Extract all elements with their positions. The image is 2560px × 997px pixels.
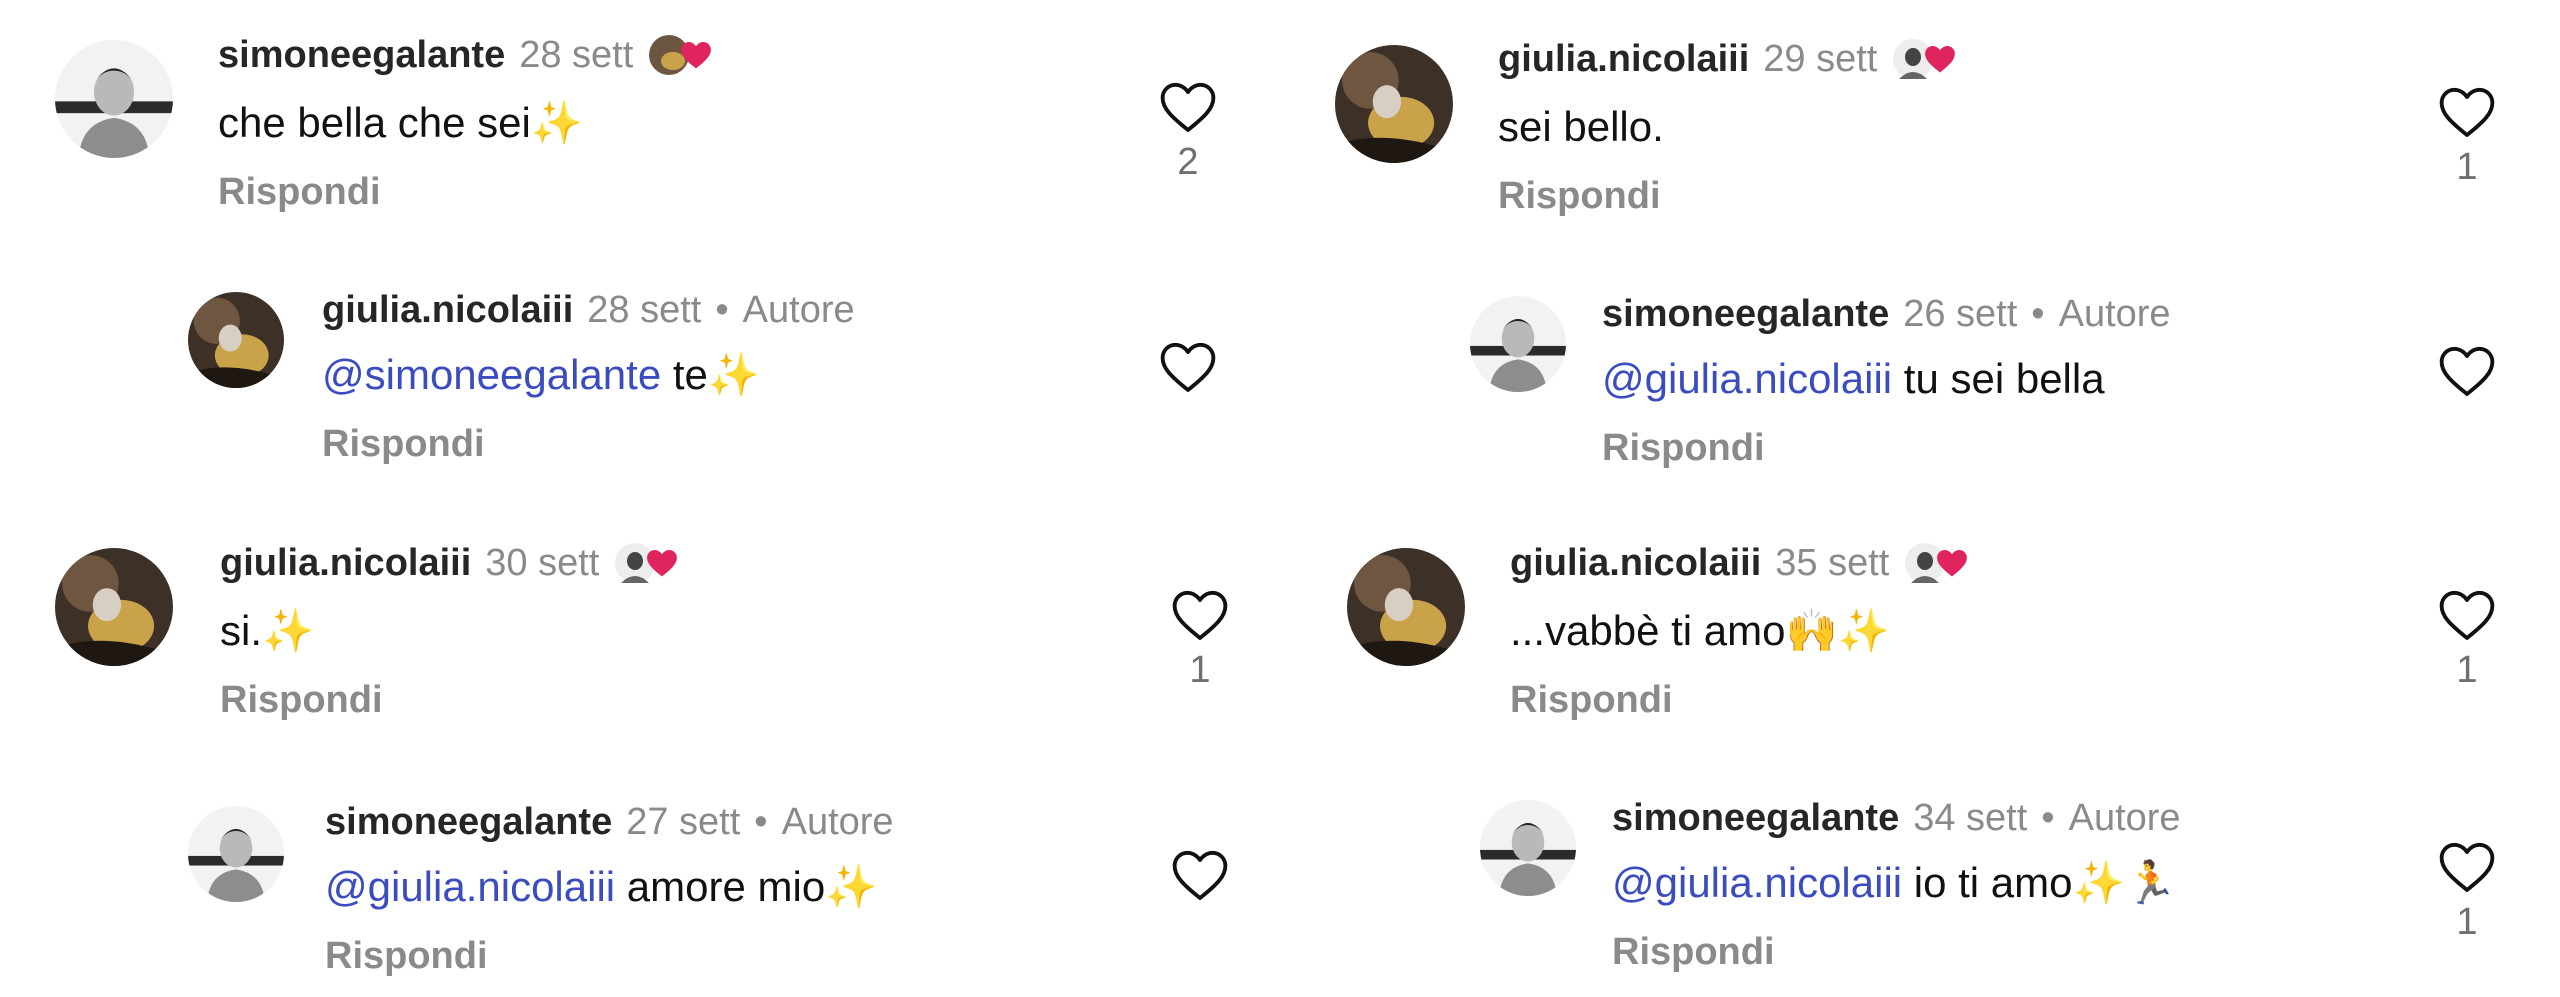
timestamp: 27 sett [626,801,741,843]
comment-text: @giulia.nicolaiii tu sei bella [1602,354,2171,404]
like-count: 1 [2456,146,2478,188]
avatar[interactable] [55,40,173,158]
username[interactable]: simoneegalante [1602,292,1889,336]
comment-text: si.✨ [220,607,315,654]
avatar[interactable] [1480,800,1576,896]
like-button[interactable]: 1 [1165,588,1235,690]
avatar[interactable] [1335,45,1453,163]
comment-text: ...vabbè ti amo🙌✨ [1510,607,1891,654]
reply-button[interactable]: Rispondi [1612,930,2181,974]
username[interactable]: giulia.nicolaiii [1498,37,1749,81]
comment-text-body: te✨ [661,351,761,398]
timestamp: 28 sett [587,289,702,331]
reply-button[interactable]: Rispondi [1498,174,1965,218]
like-button[interactable] [1165,848,1235,902]
reply-button[interactable]: Rispondi [220,678,687,722]
timestamp: 34 sett [1913,797,2028,839]
comment-text: @simoneegalante te✨ [322,350,855,400]
like-count: 1 [1189,649,1211,691]
author-badge: Autore [742,289,855,331]
mention-link[interactable]: @giulia.nicolaiii [325,863,615,910]
heart-icon [2438,85,2496,139]
like-button[interactable]: 1 [2432,85,2502,187]
liked-by-avatar-heart-icon [613,538,687,588]
reply-button[interactable]: Rispondi [322,422,855,466]
separator: • [2031,293,2045,335]
comment-text: sei bello. [1498,103,1664,150]
heart-icon [2438,588,2496,642]
separator: • [2041,797,2055,839]
like-button[interactable]: 1 [2432,840,2502,942]
timestamp: 35 sett [1775,542,1890,584]
timestamp: 28 sett [519,34,634,76]
heart-icon [2438,840,2496,894]
like-count: 1 [2456,901,2478,943]
author-badge: Autore [2068,797,2181,839]
comment-text-body: io ti amo✨🏃 [1902,859,2178,906]
liked-by-avatar-heart-icon [1891,34,1965,84]
separator: • [715,289,729,331]
mention-link[interactable]: @simoneegalante [322,351,661,398]
avatar[interactable] [1470,296,1566,392]
avatar[interactable] [55,548,173,666]
heart-icon [2438,344,2496,398]
like-button[interactable] [2432,344,2502,398]
timestamp: 30 sett [485,542,600,584]
comment-text: @giulia.nicolaiii io ti amo✨🏃 [1612,858,2181,908]
username[interactable]: simoneegalante [218,33,505,77]
username[interactable]: giulia.nicolaiii [1510,541,1761,585]
liked-by-avatar-heart-icon [647,30,721,80]
author-badge: Autore [781,801,894,843]
reply-button[interactable]: Rispondi [218,170,721,214]
like-button[interactable]: 2 [1153,80,1223,182]
heart-icon [1171,588,1229,642]
reply-button[interactable]: Rispondi [1510,678,1977,722]
heart-icon [1159,340,1217,394]
heart-icon [1171,848,1229,902]
like-button[interactable]: 1 [2432,588,2502,690]
avatar[interactable] [1347,548,1465,666]
username[interactable]: giulia.nicolaiii [322,288,573,332]
like-button[interactable] [1153,340,1223,394]
reply-button[interactable]: Rispondi [1602,426,2171,470]
author-badge: Autore [2058,293,2171,335]
avatar[interactable] [188,806,284,902]
comment-text-body: tu sei bella [1892,355,2105,402]
liked-by-avatar-heart-icon [1903,538,1977,588]
reply-button[interactable]: Rispondi [325,934,894,978]
avatar[interactable] [188,292,284,388]
comment-text: che bella che sei✨ [218,99,584,146]
timestamp: 26 sett [1903,293,2018,335]
separator: • [754,801,768,843]
mention-link[interactable]: @giulia.nicolaiii [1602,355,1892,402]
heart-icon [1159,80,1217,134]
timestamp: 29 sett [1763,38,1878,80]
comment-text-body: amore mio✨ [615,863,878,910]
username[interactable]: simoneegalante [1612,796,1899,840]
username[interactable]: simoneegalante [325,800,612,844]
username[interactable]: giulia.nicolaiii [220,541,471,585]
like-count: 2 [1177,141,1199,183]
mention-link[interactable]: @giulia.nicolaiii [1612,859,1902,906]
like-count: 1 [2456,649,2478,691]
comment-text: @giulia.nicolaiii amore mio✨ [325,862,894,912]
